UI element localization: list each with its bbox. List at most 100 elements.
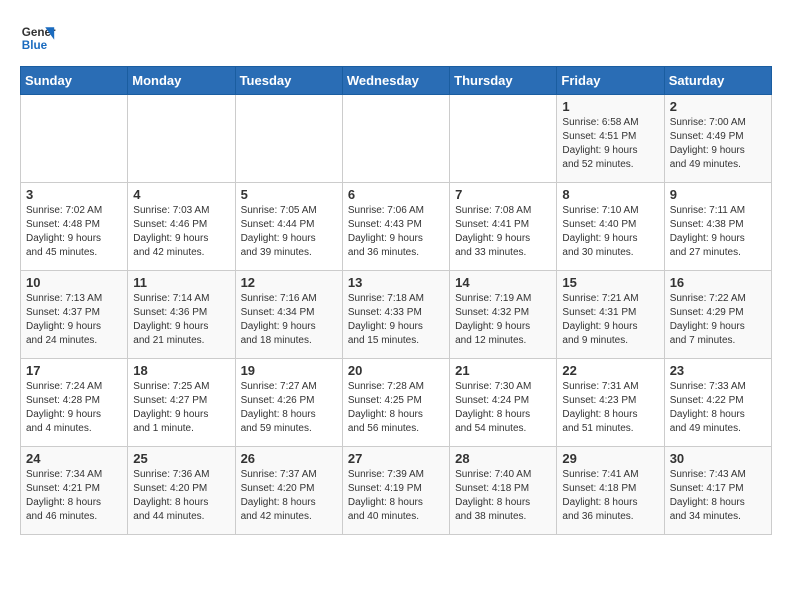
calendar-cell: 10 Sunrise: 7:13 AM Sunset: 4:37 PM Dayli… <box>21 271 128 359</box>
day-info: Sunrise: 7:22 AM Sunset: 4:29 PM Dayligh… <box>670 292 766 348</box>
day-number: 23 <box>670 363 766 378</box>
day-info: Sunrise: 7:11 AM Sunset: 4:38 PM Dayligh… <box>670 204 766 260</box>
day-number: 26 <box>241 451 337 466</box>
calendar-cell: 29 Sunrise: 7:41 AM Sunset: 4:18 PM Dayli… <box>557 447 664 535</box>
calendar-cell: 21 Sunrise: 7:30 AM Sunset: 4:24 PM Dayli… <box>450 359 557 447</box>
col-header-sunday: Sunday <box>21 67 128 95</box>
page-header: General Blue <box>20 20 772 56</box>
day-info: Sunrise: 7:16 AM Sunset: 4:34 PM Dayligh… <box>241 292 337 348</box>
day-number: 2 <box>670 99 766 114</box>
calendar-cell: 5 Sunrise: 7:05 AM Sunset: 4:44 PM Daylig… <box>235 183 342 271</box>
calendar-cell: 30Sunrise: 7:43 AM Sunset: 4:17 PM Dayli… <box>664 447 771 535</box>
day-number: 1 <box>562 99 658 114</box>
week-row-2: 10 Sunrise: 7:13 AM Sunset: 4:37 PM Dayli… <box>21 271 772 359</box>
day-info: Sunrise: 7:00 AM Sunset: 4:49 PM Dayligh… <box>670 116 766 172</box>
calendar-cell: 26 Sunrise: 7:37 AM Sunset: 4:20 PM Dayli… <box>235 447 342 535</box>
day-number: 7 <box>455 187 551 202</box>
day-info: Sunrise: 7:30 AM Sunset: 4:24 PM Dayligh… <box>455 380 551 436</box>
col-header-saturday: Saturday <box>664 67 771 95</box>
calendar-cell: 6 Sunrise: 7:06 AM Sunset: 4:43 PM Daylig… <box>342 183 449 271</box>
calendar-cell: 17Sunrise: 7:24 AM Sunset: 4:28 PM Dayli… <box>21 359 128 447</box>
calendar-cell <box>128 95 235 183</box>
day-info: Sunrise: 7:05 AM Sunset: 4:44 PM Dayligh… <box>241 204 337 260</box>
day-number: 24 <box>26 451 122 466</box>
calendar-cell: 15 Sunrise: 7:21 AM Sunset: 4:31 PM Dayli… <box>557 271 664 359</box>
day-info: Sunrise: 7:37 AM Sunset: 4:20 PM Dayligh… <box>241 468 337 524</box>
calendar-cell: 2 Sunrise: 7:00 AM Sunset: 4:49 PM Daylig… <box>664 95 771 183</box>
calendar-cell <box>235 95 342 183</box>
calendar-header-row: SundayMondayTuesdayWednesdayThursdayFrid… <box>21 67 772 95</box>
day-number: 5 <box>241 187 337 202</box>
day-info: Sunrise: 7:41 AM Sunset: 4:18 PM Dayligh… <box>562 468 658 524</box>
calendar-cell: 19 Sunrise: 7:27 AM Sunset: 4:26 PM Dayli… <box>235 359 342 447</box>
day-info: Sunrise: 7:27 AM Sunset: 4:26 PM Dayligh… <box>241 380 337 436</box>
day-number: 27 <box>348 451 444 466</box>
week-row-1: 3 Sunrise: 7:02 AM Sunset: 4:48 PM Daylig… <box>21 183 772 271</box>
day-info: Sunrise: 7:33 AM Sunset: 4:22 PM Dayligh… <box>670 380 766 436</box>
day-number: 28 <box>455 451 551 466</box>
calendar-cell: 9 Sunrise: 7:11 AM Sunset: 4:38 PM Daylig… <box>664 183 771 271</box>
day-info: Sunrise: 7:08 AM Sunset: 4:41 PM Dayligh… <box>455 204 551 260</box>
day-info: Sunrise: 7:31 AM Sunset: 4:23 PM Dayligh… <box>562 380 658 436</box>
col-header-monday: Monday <box>128 67 235 95</box>
day-info: Sunrise: 6:58 AM Sunset: 4:51 PM Dayligh… <box>562 116 658 172</box>
day-number: 8 <box>562 187 658 202</box>
day-number: 6 <box>348 187 444 202</box>
day-info: Sunrise: 7:13 AM Sunset: 4:37 PM Dayligh… <box>26 292 122 348</box>
day-info: Sunrise: 7:25 AM Sunset: 4:27 PM Dayligh… <box>133 380 229 436</box>
day-number: 9 <box>670 187 766 202</box>
day-info: Sunrise: 7:28 AM Sunset: 4:25 PM Dayligh… <box>348 380 444 436</box>
day-info: Sunrise: 7:43 AM Sunset: 4:17 PM Dayligh… <box>670 468 766 524</box>
calendar-cell: 24 Sunrise: 7:34 AM Sunset: 4:21 PM Dayli… <box>21 447 128 535</box>
calendar-cell: 18 Sunrise: 7:25 AM Sunset: 4:27 PM Dayli… <box>128 359 235 447</box>
col-header-tuesday: Tuesday <box>235 67 342 95</box>
day-number: 20 <box>348 363 444 378</box>
day-number: 21 <box>455 363 551 378</box>
day-number: 29 <box>562 451 658 466</box>
calendar-cell: 22 Sunrise: 7:31 AM Sunset: 4:23 PM Dayli… <box>557 359 664 447</box>
day-number: 19 <box>241 363 337 378</box>
day-info: Sunrise: 7:39 AM Sunset: 4:19 PM Dayligh… <box>348 468 444 524</box>
day-info: Sunrise: 7:03 AM Sunset: 4:46 PM Dayligh… <box>133 204 229 260</box>
calendar-cell <box>342 95 449 183</box>
day-info: Sunrise: 7:36 AM Sunset: 4:20 PM Dayligh… <box>133 468 229 524</box>
calendar-cell: 8Sunrise: 7:10 AM Sunset: 4:40 PM Daylig… <box>557 183 664 271</box>
day-number: 3 <box>26 187 122 202</box>
col-header-friday: Friday <box>557 67 664 95</box>
calendar-cell: 13 Sunrise: 7:18 AM Sunset: 4:33 PM Dayli… <box>342 271 449 359</box>
calendar-cell: 16 Sunrise: 7:22 AM Sunset: 4:29 PM Dayli… <box>664 271 771 359</box>
day-number: 16 <box>670 275 766 290</box>
day-info: Sunrise: 7:18 AM Sunset: 4:33 PM Dayligh… <box>348 292 444 348</box>
day-number: 13 <box>348 275 444 290</box>
calendar-cell: 3 Sunrise: 7:02 AM Sunset: 4:48 PM Daylig… <box>21 183 128 271</box>
day-number: 22 <box>562 363 658 378</box>
calendar-cell: 14 Sunrise: 7:19 AM Sunset: 4:32 PM Dayli… <box>450 271 557 359</box>
week-row-3: 17Sunrise: 7:24 AM Sunset: 4:28 PM Dayli… <box>21 359 772 447</box>
day-info: Sunrise: 7:21 AM Sunset: 4:31 PM Dayligh… <box>562 292 658 348</box>
calendar-cell: 28 Sunrise: 7:40 AM Sunset: 4:18 PM Dayli… <box>450 447 557 535</box>
logo: General Blue <box>20 20 56 56</box>
day-info: Sunrise: 7:19 AM Sunset: 4:32 PM Dayligh… <box>455 292 551 348</box>
day-info: Sunrise: 7:02 AM Sunset: 4:48 PM Dayligh… <box>26 204 122 260</box>
logo-icon: General Blue <box>20 20 56 56</box>
calendar-cell: 11Sunrise: 7:14 AM Sunset: 4:36 PM Dayli… <box>128 271 235 359</box>
day-info: Sunrise: 7:34 AM Sunset: 4:21 PM Dayligh… <box>26 468 122 524</box>
calendar-cell: 1 Sunrise: 6:58 AM Sunset: 4:51 PM Daylig… <box>557 95 664 183</box>
day-info: Sunrise: 7:06 AM Sunset: 4:43 PM Dayligh… <box>348 204 444 260</box>
day-number: 17 <box>26 363 122 378</box>
svg-text:Blue: Blue <box>22 39 48 52</box>
calendar-cell: 7 Sunrise: 7:08 AM Sunset: 4:41 PM Daylig… <box>450 183 557 271</box>
week-row-0: 1 Sunrise: 6:58 AM Sunset: 4:51 PM Daylig… <box>21 95 772 183</box>
calendar-cell: 23 Sunrise: 7:33 AM Sunset: 4:22 PM Dayli… <box>664 359 771 447</box>
day-number: 15 <box>562 275 658 290</box>
calendar-cell: 25 Sunrise: 7:36 AM Sunset: 4:20 PM Dayli… <box>128 447 235 535</box>
day-number: 10 <box>26 275 122 290</box>
day-info: Sunrise: 7:40 AM Sunset: 4:18 PM Dayligh… <box>455 468 551 524</box>
day-number: 25 <box>133 451 229 466</box>
day-number: 18 <box>133 363 229 378</box>
calendar-cell: 20 Sunrise: 7:28 AM Sunset: 4:25 PM Dayli… <box>342 359 449 447</box>
calendar-cell: 4Sunrise: 7:03 AM Sunset: 4:46 PM Daylig… <box>128 183 235 271</box>
col-header-wednesday: Wednesday <box>342 67 449 95</box>
calendar-cell <box>450 95 557 183</box>
day-number: 14 <box>455 275 551 290</box>
